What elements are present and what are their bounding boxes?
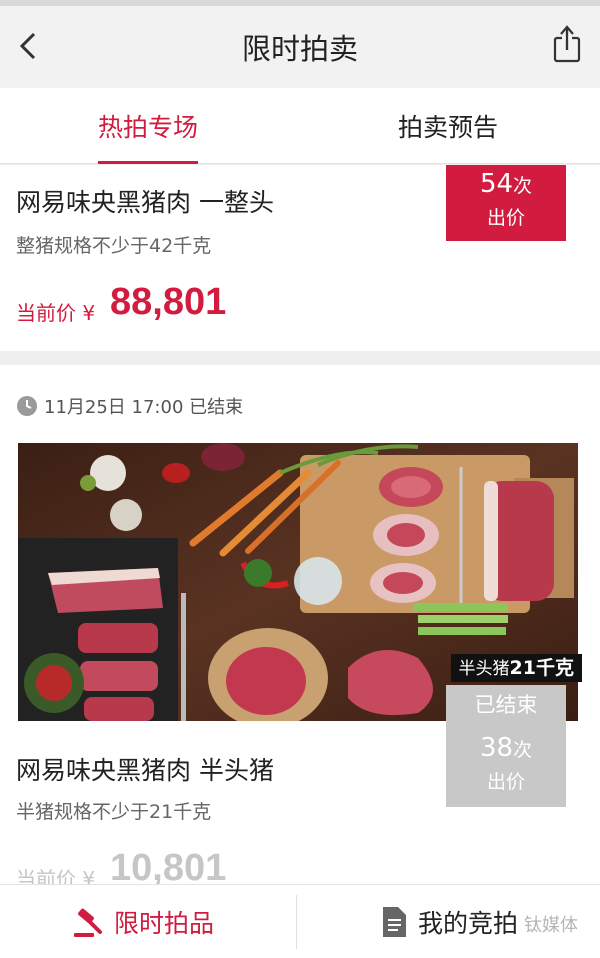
page-title: 限时拍卖 <box>241 32 358 66</box>
bid-label: 出价 <box>486 771 525 793</box>
auction-tabs: 热拍专场 拍卖预告 <box>0 88 600 164</box>
document-icon <box>383 907 406 937</box>
watermark: 钛媒体 <box>524 915 578 936</box>
weight-prefix: 半头猪 <box>458 659 510 679</box>
item-title: 网易味央黑猪肉 半头猪 <box>16 756 274 785</box>
tab-limited-auction[interactable]: 限时拍品 <box>72 885 214 958</box>
item-spec: 半猪规格不少于21千克 <box>16 801 212 823</box>
ended-status-badge: 已结束 <box>446 685 566 725</box>
bid-unit: 次 <box>513 739 533 761</box>
auction-card-whole-pig[interactable]: 网易味央黑猪肉 一整头 整猪规格不少于42千克 当前价 ¥ 88,801 54次… <box>0 165 600 351</box>
tab-my-bids[interactable]: 我的竞拍 <box>376 885 518 958</box>
bid-count: 54 <box>479 169 514 199</box>
tab-label: 我的竞拍 <box>418 909 519 938</box>
auction-card-half-pig[interactable]: 11月25日 17:00 已结束 半头猪21千克 已结束 38次 出价 网易味央… <box>0 365 600 891</box>
tab-divider <box>296 895 297 949</box>
clock-icon <box>17 396 37 416</box>
navigation-bar: 限时拍卖 <box>0 6 600 88</box>
auction-time: 11月25日 17:00 已结束 <box>44 397 244 418</box>
weight-tag: 半头猪21千克 <box>450 654 582 682</box>
share-icon[interactable] <box>552 24 582 64</box>
current-price: 88,801 <box>110 281 227 323</box>
weight-value: 21千克 <box>509 657 574 679</box>
active-tab-indicator <box>98 161 198 164</box>
gavel-icon <box>74 908 102 937</box>
bid-count-box: 54次 出价 <box>446 165 566 241</box>
bottom-tab-bar: 限时拍品 我的竞拍 钛媒体 <box>0 884 600 958</box>
bid-label: 出价 <box>486 207 525 229</box>
bid-unit: 次 <box>513 175 533 197</box>
tab-auction-preview[interactable]: 拍卖预告 <box>396 108 500 144</box>
tab-hot-auctions[interactable]: 热拍专场 <box>98 108 198 144</box>
item-spec: 整猪规格不少于42千克 <box>16 235 212 257</box>
price-label: 当前价 ¥ <box>16 301 96 325</box>
bid-count-box: 38次 出价 <box>446 725 566 807</box>
auction-time-row: 11月25日 17:00 已结束 <box>16 393 243 419</box>
bid-count: 38 <box>479 733 514 763</box>
item-title: 网易味央黑猪肉 一整头 <box>16 188 274 217</box>
tab-label: 限时拍品 <box>114 909 215 938</box>
